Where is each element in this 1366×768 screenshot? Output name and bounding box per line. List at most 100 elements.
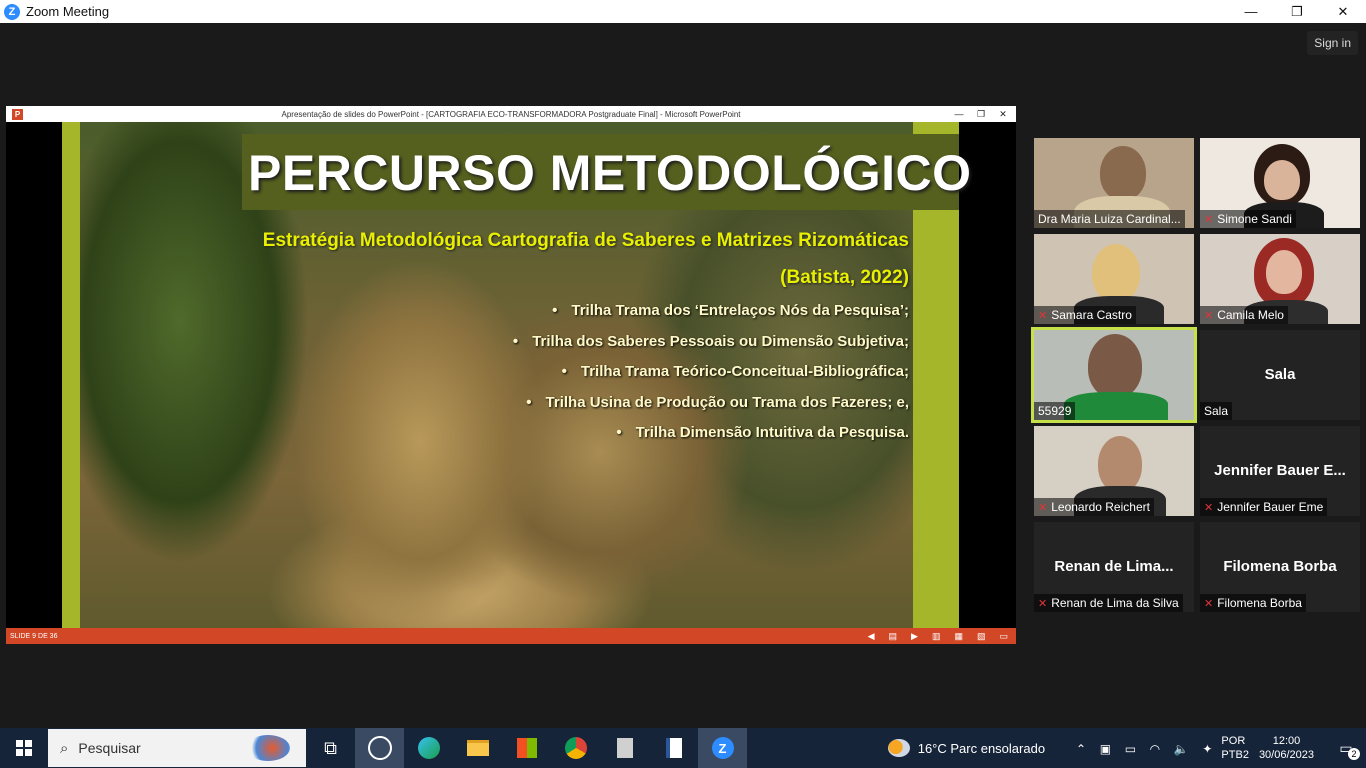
reading-view-icon[interactable]: ▧ [977,631,986,642]
document-icon[interactable] [649,728,698,768]
ppt-status-bar: SLIDE 9 DE 36 ◀ ▤ ▶ ▥ ▦ ▧ ▭ [6,628,1016,644]
system-tray: 16°C Parc ensolarado ⌃ ▣ ▭ ◠ 🔈 ✦ POR PTB… [887,728,1366,768]
slide-menu-icon[interactable]: ▤ [889,631,898,642]
zoom-taskbar-icon[interactable]: Z [698,728,747,768]
participant-name: 55929 [1034,402,1076,420]
ppt-close-button[interactable]: ✕ [992,109,1014,120]
minimize-button[interactable]: — [1228,0,1274,23]
windows-logo-icon [16,740,32,756]
slide-counter: SLIDE 9 DE 36 [10,632,58,640]
participant-tile[interactable]: ✕ Camila Melo [1200,234,1360,324]
bullet-item: • Trilha dos Saberes Pessoais ou Dimensão… [512,332,909,350]
chrome-icon[interactable] [551,728,600,768]
taskbar-search-box[interactable]: ⌕ Pesquisar [48,729,306,767]
participant-tile-active-speaker[interactable]: 55929 [1031,327,1197,423]
participant-video [1092,244,1140,302]
participant-tile[interactable]: ✕ Leonardo Reichert [1034,426,1194,516]
mic-muted-icon: ✕ [1038,501,1048,514]
subtitle-line-2: (Batista, 2022) [780,267,909,289]
participant-display-name: Jennifer Bauer E... [1214,462,1346,479]
ppt-window-title: Apresentação de slides do PowerPoint - [… [281,109,741,119]
slide-sorter-icon[interactable]: ▦ [954,631,963,642]
sign-in-button[interactable]: Sign in [1307,31,1358,55]
mic-muted-icon: ✕ [1038,309,1048,322]
participant-display-name: Renan de Lima... [1054,558,1174,575]
taskbar: ⌕ Pesquisar ⧉ Z 16°C Parc ensolarado ⌃ ▣… [0,728,1366,768]
participant-name: ✕ Simone Sandi [1200,210,1296,228]
meet-now-icon[interactable]: ▣ [1100,742,1111,756]
participant-name: Sala [1200,402,1233,420]
shared-screen-powerpoint: P Apresentação de slides do PowerPoint -… [6,106,1016,644]
wifi-icon[interactable]: ◠ [1150,742,1160,756]
microsoft-store-icon[interactable] [502,728,551,768]
whatsapp-icon[interactable] [355,728,404,768]
participant-name: ✕ Samara Castro [1034,306,1136,324]
bullet-item: • Trilha Dimensão Intuitiva da Pesquisa. [616,424,909,441]
slide: PERCURSO METODOLÓGICO Estratégia Metodol… [62,122,972,628]
window-title: Zoom Meeting [26,4,110,19]
participant-tile[interactable]: ✕ Samara Castro [1034,234,1194,324]
next-slide-icon[interactable]: ▶ [911,631,918,642]
calculator-icon[interactable] [600,728,649,768]
slideshow-icon[interactable]: ▭ [999,631,1008,642]
slide-title: PERCURSO METODOLÓGICO [248,145,972,201]
participant-tile[interactable]: Sala Sala [1200,330,1360,420]
close-button[interactable]: ✕ [1320,0,1366,23]
partly-sunny-icon [887,739,910,757]
ppt-restore-button[interactable]: ❐ [970,109,992,120]
participant-video [1100,146,1146,200]
participant-tile[interactable]: ✕ Simone Sandi [1200,138,1360,228]
search-highlight-icon [246,735,290,761]
bullet-item: • Trilha Usina de Produção ou Trama dos F… [526,393,909,411]
weather-widget[interactable]: 16°C Parc ensolarado [887,739,1045,757]
participant-name: ✕ Filomena Borba [1200,594,1306,612]
notification-count: 2 [1348,748,1360,760]
mic-muted-icon: ✕ [1204,213,1214,226]
slide-bullet-list: • Trilha Trama dos ‘Entrelaços Nós da Pes… [349,296,909,449]
participant-display-name: Sala [1264,366,1296,383]
ppt-minimize-button[interactable]: — [948,109,970,119]
mic-muted-icon: ✕ [1038,597,1048,610]
participant-name: ✕ Camila Melo [1200,306,1288,324]
bullet-item: • Trilha Trama Teórico-Conceitual-Bibliog… [561,363,909,380]
participant-display-name: Filomena Borba [1223,558,1337,575]
participant-name: Dra Maria Luiza Cardinal... [1034,210,1185,228]
notification-center-button[interactable]: ▭ 2 [1326,728,1366,768]
clock-time: 12:00 [1272,735,1301,747]
subtitle-line-1: Estratégia Metodológica Cartografia de S… [262,230,909,251]
previous-slide-icon[interactable]: ◀ [868,631,875,642]
search-icon: ⌕ [60,739,69,757]
maximize-button[interactable]: ❐ [1274,0,1320,23]
task-view-icon[interactable]: ⧉ [306,728,355,768]
start-button[interactable] [0,728,48,768]
participant-video [1088,334,1142,398]
battery-icon[interactable]: ▭ [1125,742,1136,756]
participant-name: ✕ Leonardo Reichert [1034,498,1154,516]
file-explorer-icon[interactable] [453,728,502,768]
language-indicator[interactable]: POR PTB2 [1221,734,1249,762]
participant-face [1264,160,1300,200]
mic-muted-icon: ✕ [1204,309,1214,322]
participant-tile[interactable]: Jennifer Bauer E... ✕ Jennifer Bauer Eme [1200,426,1360,516]
zoom-logo-icon: Z [4,3,20,20]
normal-view-icon[interactable]: ▥ [932,631,941,642]
zoom-title-bar: Z Zoom Meeting — ❐ ✕ [0,0,1366,23]
participant-tile[interactable]: Dra Maria Luiza Cardinal... [1034,138,1194,228]
edge-browser-icon[interactable] [404,728,453,768]
participant-video-body [1064,392,1168,420]
chevron-up-icon[interactable]: ⌃ [1076,742,1086,756]
mic-muted-icon: ✕ [1204,597,1214,610]
antivirus-icon[interactable]: ✦ [1202,742,1212,756]
participant-name: ✕ Jennifer Bauer Eme [1200,498,1328,516]
volume-icon[interactable]: 🔈 [1174,742,1189,756]
clock[interactable]: 12:00 30/06/2023 [1259,734,1314,762]
search-placeholder: Pesquisar [78,740,141,756]
clock-date: 30/06/2023 [1258,749,1314,761]
ppt-title-bar: P Apresentação de slides do PowerPoint -… [6,106,1016,122]
participant-video [1098,436,1142,492]
participant-face [1266,250,1302,294]
participant-tile[interactable]: Filomena Borba ✕ Filomena Borba [1200,522,1360,612]
slide-subtitle: Estratégia Metodológica Cartografia de S… [229,222,909,296]
mic-muted-icon: ✕ [1204,501,1214,514]
participant-tile[interactable]: Renan de Lima... ✕ Renan de Lima da Silva [1034,522,1194,612]
